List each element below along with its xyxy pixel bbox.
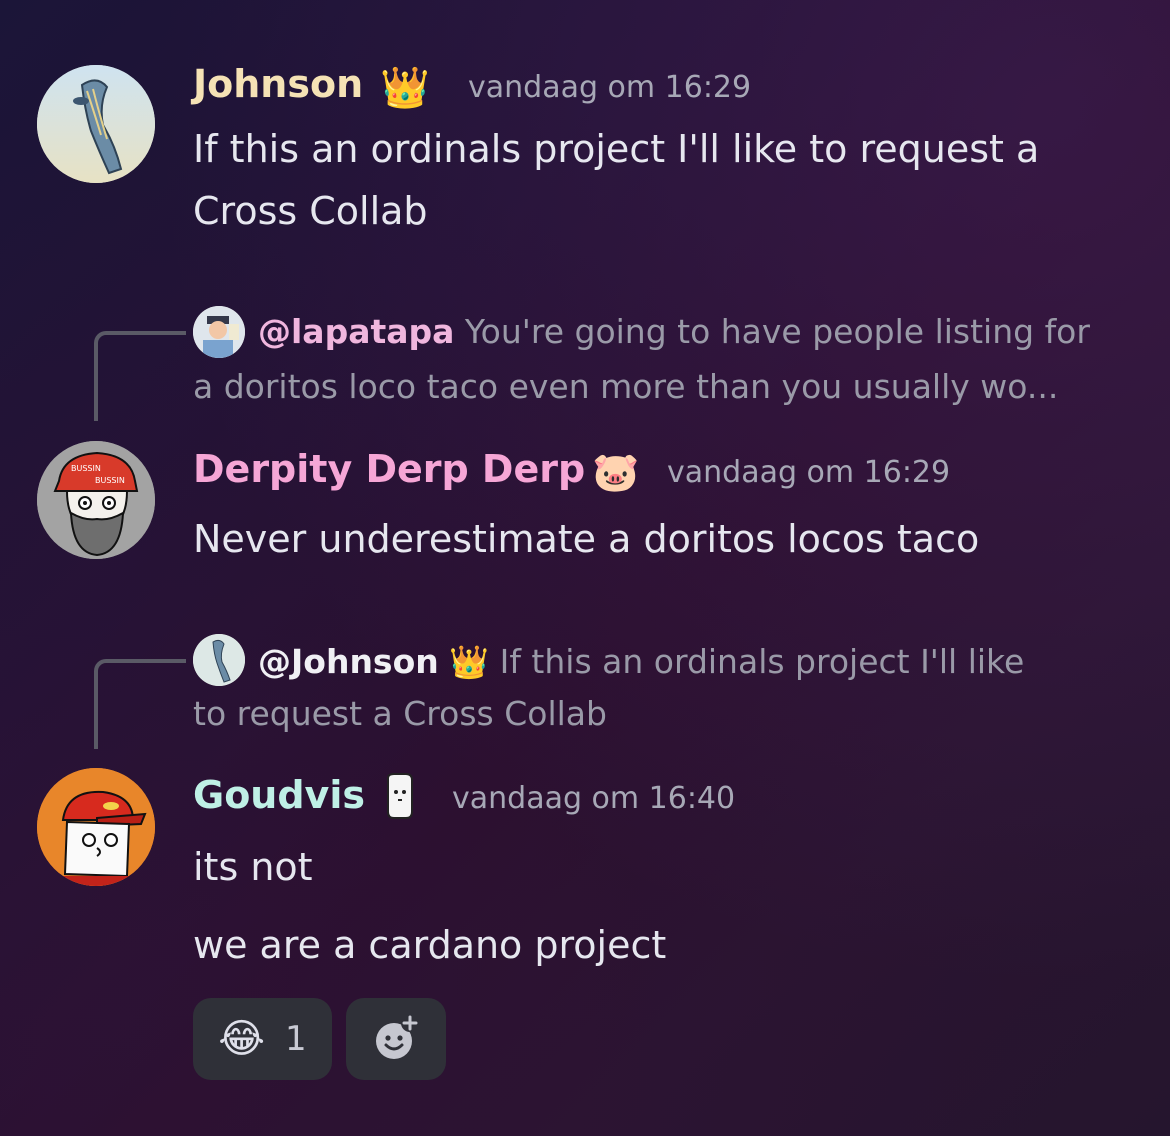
reply-preview-text: You're going to have people listing for <box>464 312 1090 351</box>
reply-preview-text: If this an ordinals project I'll like <box>499 642 1025 681</box>
reply-connector <box>94 659 186 749</box>
author-name[interactable]: Johnson <box>193 62 363 106</box>
author-name[interactable]: Goudvis <box>193 773 365 817</box>
timestamp: vandaag om 16:40 <box>452 781 736 816</box>
author-name[interactable]: Derpity Derp Derp <box>193 447 585 491</box>
reply-preview[interactable]: @Johnson 👑 If this an ordinals project I… <box>258 635 1024 689</box>
crown-icon: 👑 <box>449 643 490 681</box>
reply-mention[interactable]: @lapatapa <box>258 312 454 351</box>
avatar-derpity[interactable]: BUSSIN BUSSIN <box>37 441 155 559</box>
message-text: Never underestimate a doritos locos taco <box>193 517 980 561</box>
message-text: its not <box>193 845 313 889</box>
reply-preview-text: a doritos loco taco even more than you u… <box>193 367 1059 406</box>
reply-preview[interactable]: @lapatapa You're going to have people li… <box>258 305 1090 359</box>
tears-of-joy-icon: 😂 <box>218 1016 266 1062</box>
add-reaction-button[interactable] <box>346 998 446 1080</box>
avatar-johnson[interactable] <box>37 65 155 183</box>
reply-preview-text: to request a Cross Collab <box>193 694 607 733</box>
add-reaction-icon <box>376 1014 419 1059</box>
svg-text:BUSSIN: BUSSIN <box>71 464 101 473</box>
timestamp: vandaag om 16:29 <box>667 455 951 490</box>
message-text: we are a cardano project <box>193 923 667 967</box>
message-text: If this an ordinals project I'll like to… <box>193 127 1040 171</box>
reply-connector <box>94 331 186 421</box>
timestamp: vandaag om 16:29 <box>468 70 752 105</box>
reaction-count: 1 <box>285 1019 307 1059</box>
svg-text:BUSSIN: BUSSIN <box>95 476 125 485</box>
avatar-lapatapa[interactable] <box>193 306 245 358</box>
avatar-goudvis[interactable] <box>37 768 155 886</box>
reply-mention[interactable]: @Johnson <box>258 642 439 681</box>
reaction-tears-of-joy[interactable]: 😂 1 <box>193 998 332 1080</box>
message-text: Cross Collab <box>193 189 428 233</box>
avatar-johnson-mini[interactable] <box>193 634 245 686</box>
pig-icon: 🐷 <box>592 450 640 494</box>
ghost-icon <box>380 772 420 824</box>
crown-icon: 👑 <box>380 65 430 111</box>
